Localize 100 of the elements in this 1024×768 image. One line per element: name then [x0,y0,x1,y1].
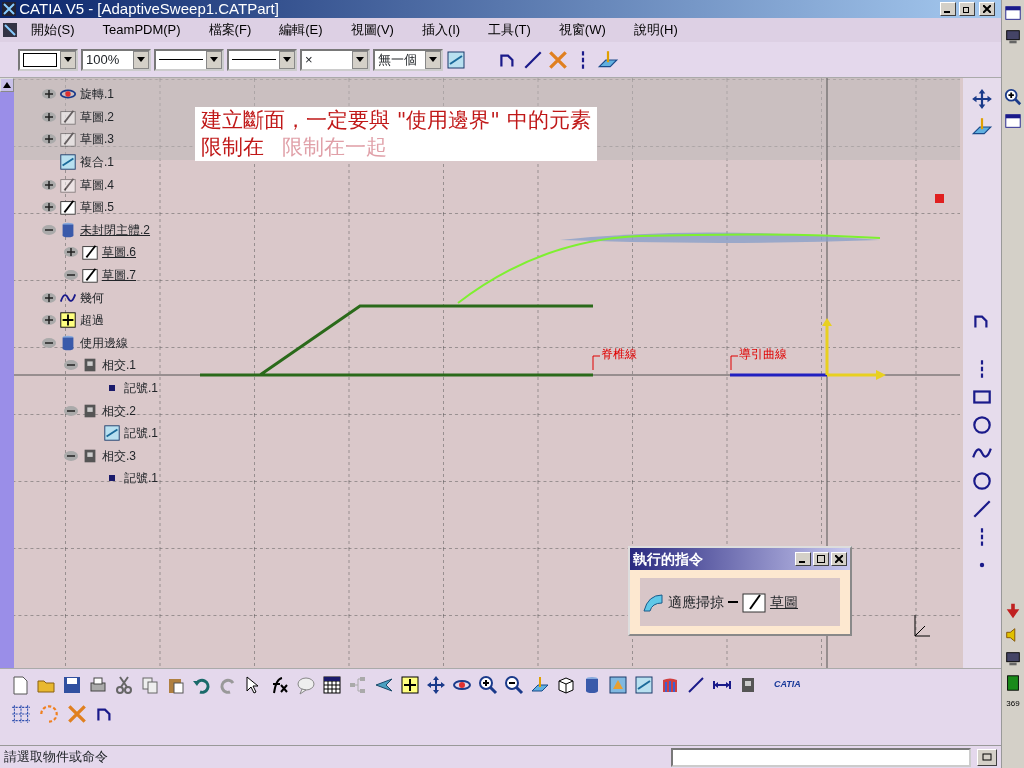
expand-toggle[interactable] [42,89,56,100]
snap-grid-icon[interactable] [10,703,32,725]
window-icon[interactable] [1004,4,1022,22]
menu-item[interactable]: TeamPDM(P) [88,20,195,40]
circle-icon[interactable] [971,414,993,436]
menu-item[interactable]: 插入(I) [407,20,475,40]
tree-item[interactable]: 相交.1 [102,356,136,375]
leader-line [592,355,601,371]
caret-icon [283,57,291,62]
dropdown[interactable]: 100% [81,48,151,71]
point-icon [109,475,115,482]
memory-reading: 369 [1006,698,1020,710]
menu-item[interactable]: 視圖(V) [336,20,408,40]
battery-icon[interactable] [1004,674,1022,692]
caret-icon [64,57,72,62]
expand-toggle[interactable] [64,247,78,258]
restore-icon [963,5,972,14]
tree-item[interactable]: 草圖.7 [102,266,136,285]
tree-item[interactable]: 記號.1 [124,424,158,443]
close-icon [834,555,843,564]
tree-item[interactable]: 複合.1 [80,153,114,172]
tree-item[interactable]: 使用邊線 [80,333,128,352]
collapse-toggle[interactable] [42,337,56,348]
command-button[interactable] [977,748,997,766]
tree-item[interactable]: 草圖.3 [80,130,114,149]
tree-item[interactable]: 未封閉主體.2 [80,220,150,239]
network-icon[interactable] [1004,28,1022,46]
window-icon [982,753,992,762]
expand-toggle[interactable] [42,292,56,303]
dropdown[interactable] [18,48,78,71]
tree-item[interactable]: 相交.3 [102,446,136,465]
menu-item[interactable]: 工具(T) [474,20,545,40]
app-icon [2,2,16,16]
speech-bubble-icon[interactable] [296,675,316,695]
pan-icon[interactable] [426,675,446,695]
tree-item[interactable]: 草圖.2 [80,107,114,126]
formula-icon[interactable] [270,675,290,695]
menu-item[interactable]: 檔案(F) [194,20,266,40]
scroll-up-button[interactable] [0,78,14,92]
menu-item[interactable]: 視窗(W) [544,20,620,40]
collapse-toggle[interactable] [42,224,56,235]
command-input-field[interactable] [670,747,971,767]
tree-item[interactable]: 草圖.5 [80,198,114,217]
up-arrow-icon [3,82,11,88]
menu-item[interactable]: 說明(H) [619,20,692,40]
expand-toggle[interactable] [42,315,56,326]
network-icon[interactable] [1004,650,1022,668]
logo-text: CATIA [774,678,801,692]
new-document-icon[interactable] [10,675,30,695]
window-icon[interactable] [1004,112,1022,130]
point-marker [935,194,944,203]
collapse-toggle[interactable] [64,405,78,416]
tree-item[interactable]: 相交.2 [102,401,136,420]
close-button[interactable] [830,552,847,566]
scissors-icon[interactable] [114,675,134,695]
shading-icon[interactable] [608,675,628,695]
fit-all-icon[interactable] [400,675,420,695]
expand-toggle[interactable] [42,202,56,213]
copy-icon[interactable] [140,675,160,695]
close-icon [982,5,991,14]
menu-item[interactable]: 開始(S) [17,20,89,40]
normal-view-icon[interactable] [530,675,550,695]
dropdown[interactable]: × [300,48,370,71]
printer-icon[interactable] [88,675,108,695]
tree-item[interactable]: 草圖.4 [80,175,114,194]
tree-item[interactable]: 超過 [80,311,104,330]
dropdown[interactable]: 無一個 [373,48,443,71]
line-icon[interactable] [971,498,993,520]
tree-item[interactable]: 幾何 [80,288,104,307]
cube-icon[interactable] [556,675,576,695]
collapse-toggle[interactable] [64,360,78,371]
dropdown[interactable] [154,48,224,71]
search-icon[interactable] [1004,88,1022,106]
caret-icon [429,57,437,62]
dialog-title: 執行的指令 [633,549,704,569]
caret-icon [210,57,218,62]
save-icon[interactable] [62,675,82,695]
menu-item[interactable]: 編輯(E) [265,20,337,40]
zoom-in-icon[interactable] [478,675,498,695]
close-button[interactable] [978,2,995,16]
tree-item[interactable]: 草圖.6 [102,243,136,262]
tree-item[interactable]: 記號.1 [124,379,158,397]
sketch-icon [59,175,77,194]
restore-button[interactable] [959,2,976,16]
maximize-button[interactable] [812,552,829,566]
collapse-toggle[interactable] [64,450,78,461]
tree-item[interactable]: 記號.1 [124,469,158,488]
zoom-out-icon[interactable] [504,675,524,695]
sketch-link[interactable]: 草圖 [770,591,798,613]
expand-toggle[interactable] [42,111,56,122]
minimize-button[interactable] [940,2,956,16]
dropdown[interactable] [227,48,297,71]
expand-toggle[interactable] [42,134,56,145]
status-prompt: 請選取物件或命令 [4,748,108,767]
tree-item[interactable]: 旋轉.1 [80,85,114,104]
expand-toggle[interactable] [42,179,56,190]
arrow-down-icon[interactable] [1004,602,1022,620]
table-icon[interactable] [322,675,342,695]
collapse-toggle[interactable] [64,270,78,281]
minimize-button[interactable] [794,552,811,566]
